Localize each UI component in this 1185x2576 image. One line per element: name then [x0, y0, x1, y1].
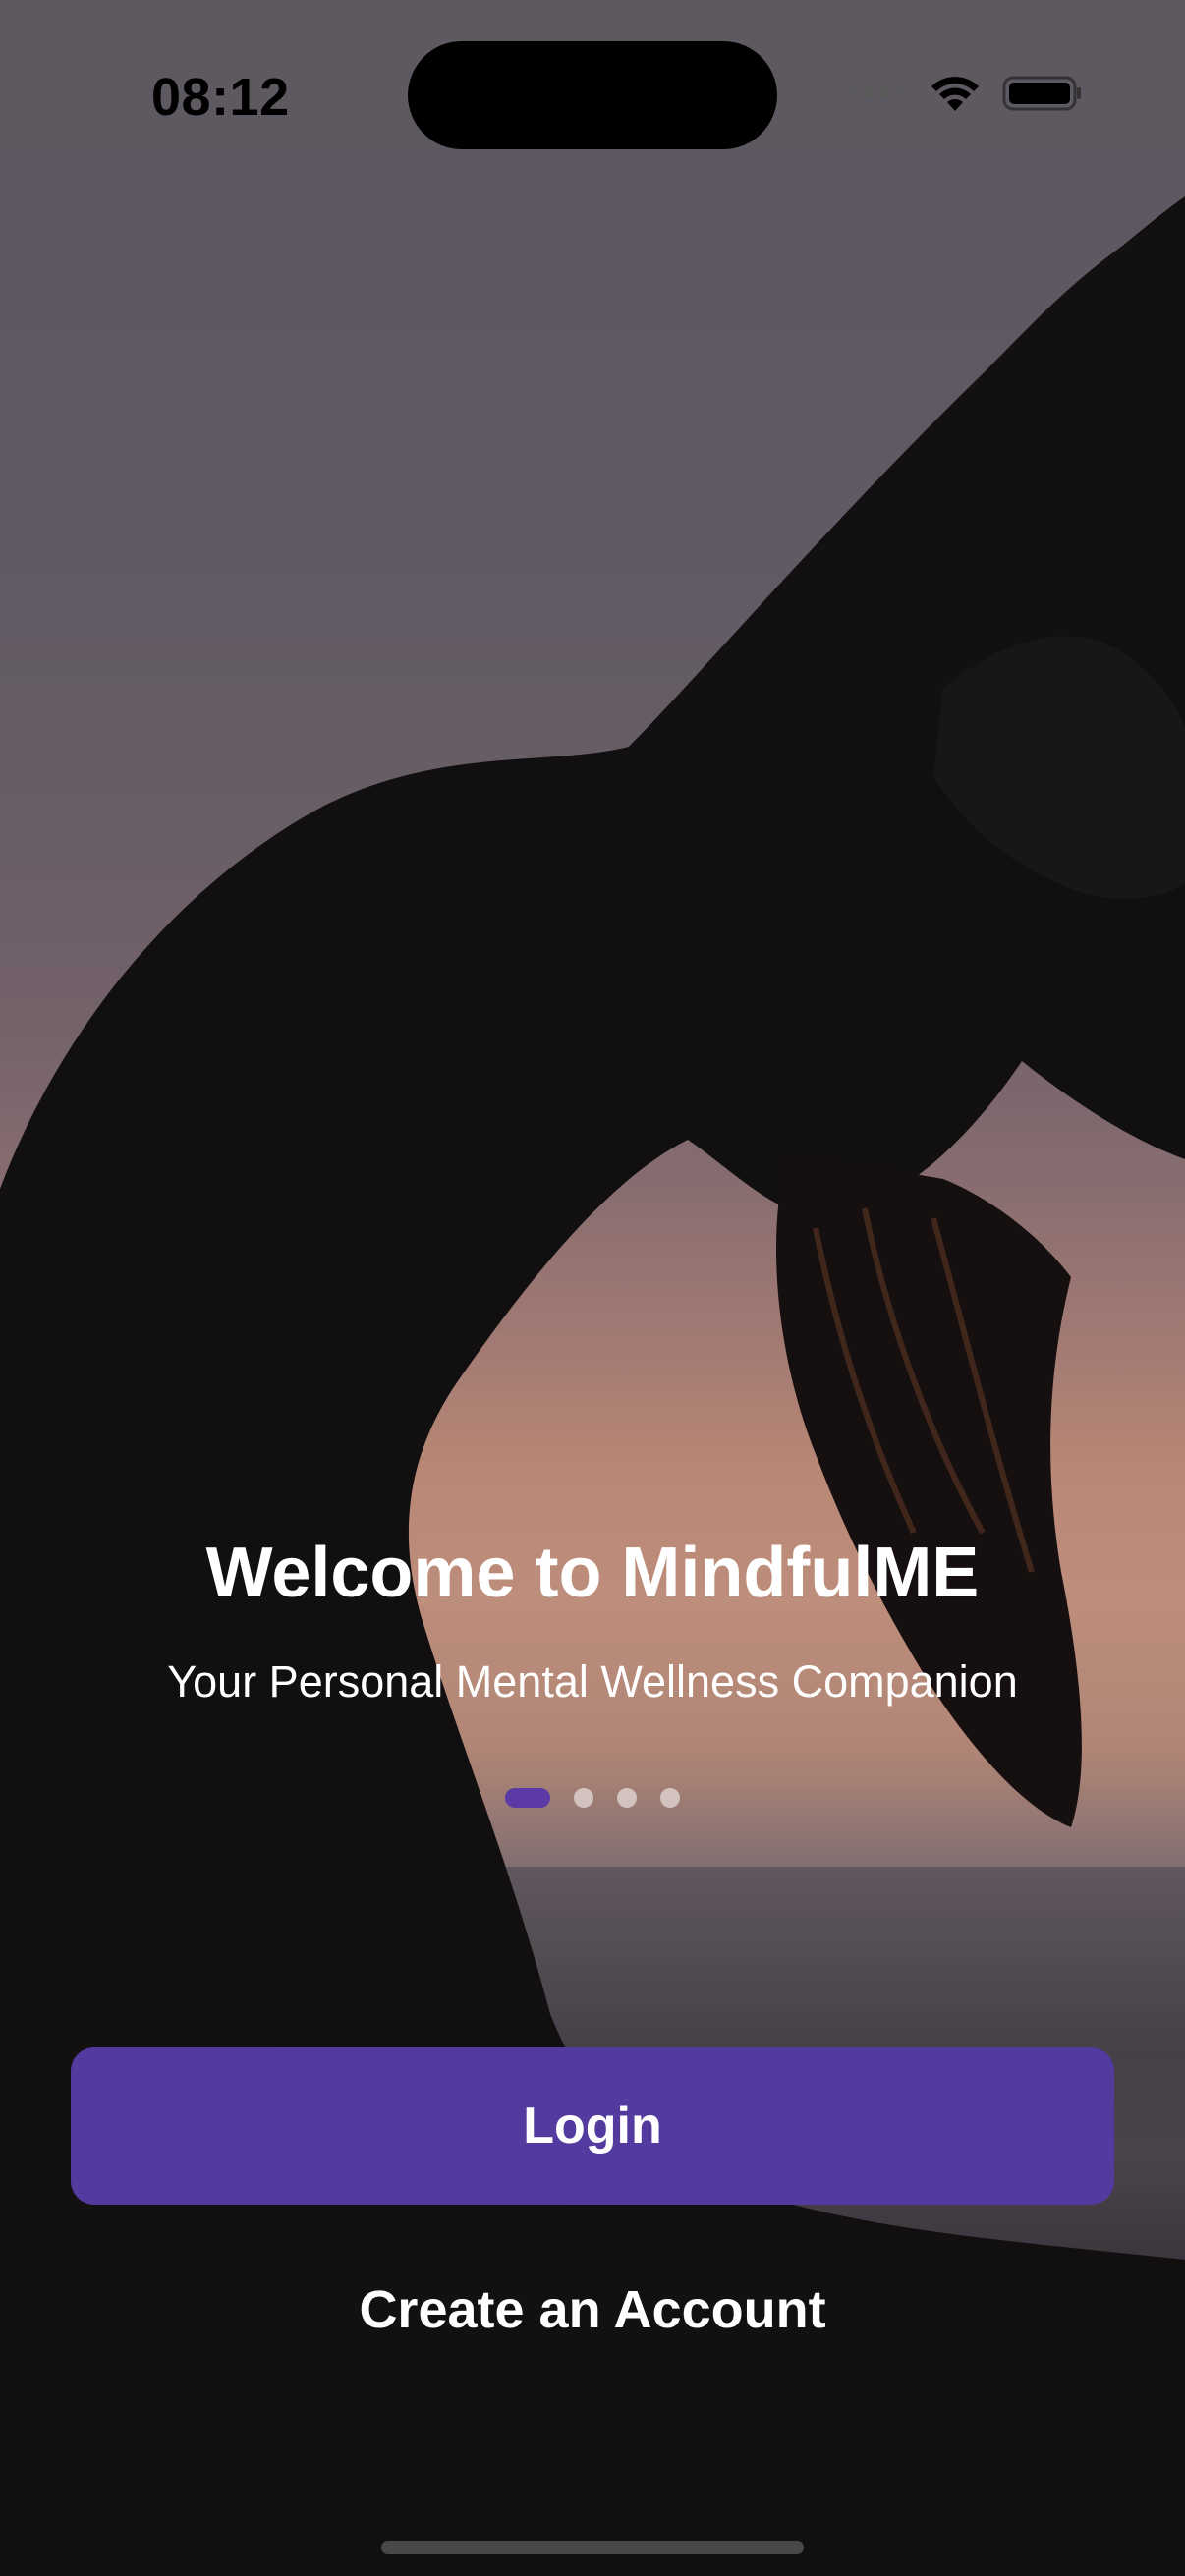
create-account-link[interactable]: Create an Account [0, 2279, 1185, 2340]
page-dot[interactable] [617, 1788, 637, 1808]
wifi-icon [931, 77, 979, 111]
login-button[interactable]: Login [71, 2047, 1114, 2205]
page-dot[interactable] [660, 1788, 680, 1808]
status-icons [845, 69, 1083, 118]
battery-icon [1002, 76, 1081, 111]
status-bar: 08:12 [0, 0, 1185, 187]
page-indicator [0, 1788, 1185, 1808]
welcome-subtitle: Your Personal Mental Wellness Companion [167, 1656, 1018, 1707]
welcome-title: Welcome to MindfulME [205, 1534, 980, 1612]
home-indicator[interactable] [381, 2541, 804, 2554]
status-time: 08:12 [151, 68, 290, 127]
page-dot[interactable] [574, 1788, 593, 1808]
dynamic-island [408, 41, 777, 149]
welcome-screen: 08:12 Welcome to MindfulME Your Personal… [0, 0, 1185, 2576]
cellular-signal-icon [845, 88, 908, 98]
page-dot-active[interactable] [505, 1788, 550, 1808]
